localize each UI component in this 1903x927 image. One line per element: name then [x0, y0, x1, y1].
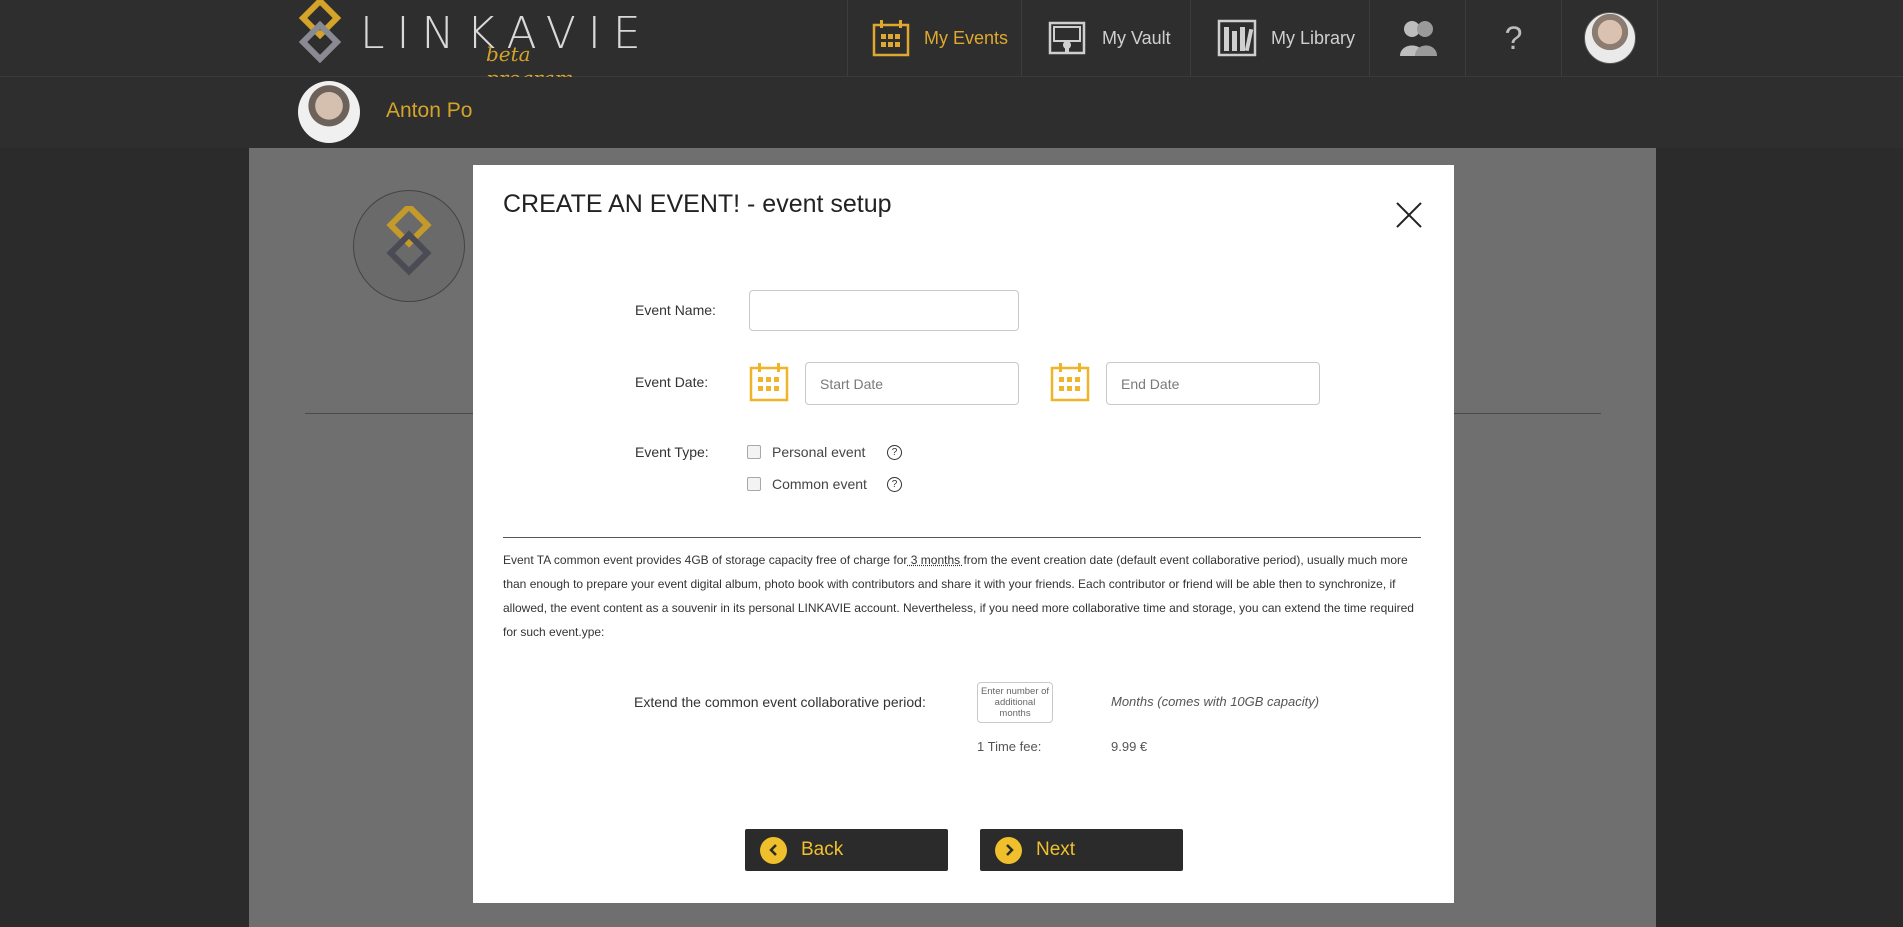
- extend-period-label: Extend the common event collaborative pe…: [634, 694, 926, 710]
- calendar-icon: [872, 20, 910, 57]
- chevron-right-icon: [995, 836, 1022, 864]
- nav-my-library[interactable]: My Library: [1190, 0, 1369, 76]
- back-button[interactable]: Back: [745, 829, 948, 871]
- library-icon: [1217, 19, 1257, 57]
- event-name-input[interactable]: [749, 290, 1019, 331]
- fee-value: 9.99 €: [1111, 739, 1148, 754]
- common-event-checkbox[interactable]: [747, 477, 761, 491]
- user-avatar[interactable]: [298, 81, 360, 143]
- end-date-input[interactable]: [1106, 362, 1320, 405]
- user-name[interactable]: Anton Po: [386, 99, 472, 123]
- nav-friends[interactable]: [1369, 0, 1465, 76]
- event-date-label: Event Date:: [635, 374, 709, 390]
- help-icon: ?: [1504, 19, 1523, 56]
- nav-my-vault[interactable]: My Vault: [1021, 0, 1190, 76]
- months-capacity-note: Months (comes with 10GB capacity): [1111, 694, 1320, 709]
- section-divider: [503, 537, 1421, 538]
- personal-event-help-icon[interactable]: ?: [887, 445, 902, 460]
- vault-icon: [1048, 21, 1086, 55]
- logo-mark-icon: [298, 0, 342, 64]
- event-type-label: Event Type:: [635, 444, 709, 460]
- common-event-help-icon[interactable]: ?: [887, 477, 902, 492]
- end-calendar-icon[interactable]: [1050, 362, 1090, 402]
- common-event-description: Event TA common event provides 4GB of st…: [503, 548, 1428, 644]
- nav-my-library-label: My Library: [1271, 27, 1356, 48]
- top-navigation-bar: LINKAVIE beta program My Events My Vault…: [0, 0, 1903, 90]
- close-button[interactable]: [1395, 201, 1423, 229]
- nav-help[interactable]: ?: [1465, 0, 1561, 76]
- start-calendar-icon[interactable]: [749, 362, 789, 402]
- nav-my-vault-label: My Vault: [1102, 27, 1171, 48]
- next-button-label: Next: [1036, 839, 1076, 860]
- friends-icon: [1399, 21, 1437, 56]
- nav-my-events-label: My Events: [924, 27, 1009, 48]
- common-event-label: Common event: [772, 476, 867, 492]
- event-placeholder-image: [353, 190, 465, 302]
- fee-label: 1 Time fee:: [977, 739, 1042, 754]
- back-button-label: Back: [801, 839, 844, 860]
- chevron-left-icon: [760, 836, 787, 864]
- event-name-label: Event Name:: [635, 302, 716, 318]
- linkavie-logo[interactable]: LINKAVIE beta program: [296, 0, 641, 90]
- collaborative-period-link[interactable]: 3 months: [907, 553, 963, 567]
- additional-months-input[interactable]: Enter number of additional months: [977, 682, 1053, 723]
- avatar: [1583, 12, 1636, 64]
- start-date-input[interactable]: [805, 362, 1019, 405]
- personal-event-label: Personal event: [772, 444, 866, 460]
- nav-profile[interactable]: [1561, 0, 1658, 76]
- modal-title: CREATE AN EVENT! - event setup: [503, 190, 892, 218]
- nav-my-events[interactable]: My Events: [847, 0, 1021, 76]
- personal-event-checkbox[interactable]: [747, 445, 761, 459]
- next-button[interactable]: Next: [980, 829, 1183, 871]
- logo-mark-icon: [386, 206, 432, 276]
- description-text: Event TA common event provides 4GB of st…: [503, 553, 908, 567]
- user-bar: Anton Po: [0, 77, 1903, 148]
- create-event-modal: CREATE AN EVENT! - event setup Event Nam…: [473, 165, 1454, 903]
